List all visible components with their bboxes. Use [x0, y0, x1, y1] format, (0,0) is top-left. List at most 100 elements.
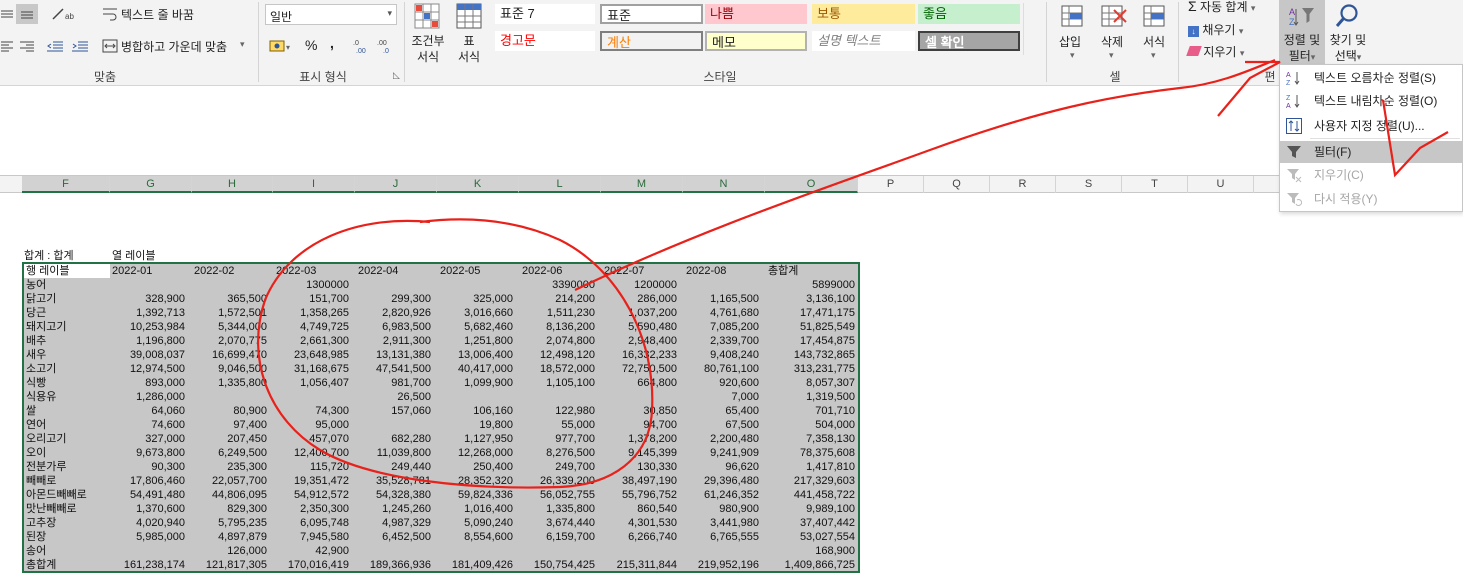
increase-indent-icon[interactable] [70, 37, 90, 55]
column-header-N[interactable]: N [683, 176, 765, 193]
pivot-cell: 37,407,442 [799, 517, 855, 529]
menu-item-sort-descending[interactable]: Z A 텍스트 내림차순 정렬(O) [1280, 90, 1463, 112]
dialog-launcher-icon[interactable]: ◺ [393, 70, 400, 81]
find-select-button[interactable]: 찾기 및 선택▾ [1326, 0, 1370, 64]
column-header-P[interactable]: P [858, 176, 924, 193]
pivot-cell: 17,471,175 [799, 307, 855, 319]
decrease-decimal-icon[interactable]: .00.0 [376, 36, 398, 56]
column-header-S[interactable]: S [1056, 176, 1122, 193]
conditional-format-button[interactable]: 조건부 서식 [410, 33, 446, 65]
cell-style-7[interactable]: 메모 [705, 31, 807, 51]
pivot-cell: 1,245,260 [382, 503, 431, 515]
align-right-icon[interactable] [18, 37, 36, 55]
pivot-cell [105, 278, 185, 292]
column-header-Q[interactable]: Q [924, 176, 990, 193]
wrap-text-icon[interactable] [100, 4, 120, 24]
menu-item-clear-filter: 지우기(C) [1280, 164, 1463, 186]
comma-button[interactable]: , [330, 35, 334, 51]
cell-style-3[interactable]: 보통 [812, 4, 915, 24]
cell-style-0[interactable]: 표준 7 [495, 4, 595, 24]
svg-text:Z: Z [1286, 80, 1291, 86]
pivot-cell [597, 390, 677, 404]
pivot-row-label: 총합계 [26, 559, 57, 571]
pivot-cell: 4,749,725 [300, 321, 349, 333]
styles-gallery-scroll[interactable] [1023, 3, 1039, 55]
pivot-col-header: 2022-04 [358, 265, 399, 277]
pivot-cell: 2,350,300 [300, 503, 349, 515]
pivot-cell: 80,761,100 [703, 363, 759, 375]
number-format-select[interactable]: 일반 ▾ [265, 4, 397, 25]
pivot-col-header: 2022-08 [686, 265, 727, 277]
pivot-cell: 47,541,500 [375, 363, 431, 375]
cell-style-9[interactable]: 셀 확인 [918, 31, 1020, 51]
pivot-cell: 9,673,800 [136, 447, 185, 459]
table-format-button[interactable]: 표 서식 [452, 33, 486, 65]
pivot-cell: 1,409,866,725 [784, 559, 855, 571]
svg-text:Z: Z [1286, 95, 1291, 102]
format-cells-icon[interactable] [1140, 2, 1170, 32]
cell-style-5[interactable]: 경고문 [495, 31, 595, 51]
merge-center-icon[interactable] [100, 36, 120, 56]
delete-cells-icon[interactable] [1098, 2, 1130, 32]
column-header-G[interactable]: G [110, 176, 192, 193]
delete-button[interactable]: 삭제 [1101, 33, 1123, 50]
column-header-K[interactable]: K [437, 176, 519, 193]
column-header-R[interactable]: R [990, 176, 1056, 193]
menu-item-filter[interactable]: 필터(F) [1280, 141, 1463, 163]
increase-decimal-icon[interactable]: .0.00 [352, 36, 374, 56]
pivot-cell: 217,329,603 [793, 475, 855, 487]
eraser-icon [1186, 46, 1202, 56]
chevron-down-icon[interactable]: ▾ [240, 39, 245, 50]
pivot-row-label-header[interactable]: 행 레이블 [24, 264, 110, 278]
pivot-cell: 4,897,879 [218, 531, 267, 543]
cell-style-4[interactable]: 좋음 [918, 4, 1020, 24]
pivot-cell: 67,500 [725, 419, 759, 431]
pivot-col-header: 총합계 [768, 265, 799, 277]
fill-button[interactable]: ↓ 채우기 ▾ [1188, 21, 1243, 38]
column-header-T[interactable]: T [1122, 176, 1188, 193]
align-left-icon[interactable] [0, 37, 14, 55]
cell-style-8[interactable]: 설명 텍스트 [812, 31, 915, 51]
pivot-cell [105, 544, 185, 558]
pivot-cell: 78,375,608 [799, 447, 855, 459]
sort-filter-button[interactable]: AZ 정렬 및 필터▾ [1279, 0, 1325, 64]
percent-button[interactable]: % [305, 37, 317, 53]
merge-center-button[interactable]: 병합하고 가운데 맞춤 [121, 38, 227, 55]
menu-item-sort-ascending[interactable]: A Z 텍스트 오름차순 정렬(S) [1280, 67, 1463, 89]
orientation-icon[interactable]: ab [50, 4, 78, 24]
cell-style-2[interactable]: 나쁨 [705, 4, 807, 24]
pivot-cell: 5,090,240 [464, 517, 513, 529]
column-header-F[interactable]: F [22, 176, 110, 193]
format-button[interactable]: 서식 [1143, 33, 1165, 50]
pivot-table[interactable]: 행 레이블 2022-01 2022-02 2022-03 2022-04 2022-05… [22, 262, 860, 573]
currency-icon[interactable]: ▾ [266, 36, 296, 56]
align-bottom-icon[interactable] [16, 4, 38, 24]
cell-style-6[interactable]: 계산 [600, 31, 703, 51]
pivot-cell: 53,027,554 [799, 531, 855, 543]
cell-style-1[interactable]: 표준 [600, 4, 703, 24]
insert-cells-icon[interactable] [1058, 2, 1086, 32]
pivot-row-label: 연어 [26, 419, 47, 431]
sort-descending-icon: ZA [1286, 93, 1302, 110]
clear-button[interactable]: 지우기 ▾ [1186, 43, 1244, 60]
insert-button[interactable]: 삽입 [1059, 33, 1081, 50]
column-header-J[interactable]: J [355, 176, 437, 193]
conditional-format-icon[interactable] [412, 2, 444, 32]
pivot-cell: 170,016,419 [287, 559, 349, 571]
column-header-H[interactable]: H [192, 176, 273, 193]
column-header-L[interactable]: L [519, 176, 601, 193]
pivot-cell: 977,700 [555, 433, 595, 445]
column-header-M[interactable]: M [601, 176, 683, 193]
pivot-cell: 1,196,800 [136, 335, 185, 347]
menu-item-custom-sort[interactable]: 사용자 지정 정렬(U)... [1280, 115, 1463, 137]
svg-text:▾: ▾ [286, 43, 290, 52]
find-select-line1: 찾기 및 [1329, 33, 1367, 47]
align-middle-icon[interactable] [0, 5, 14, 23]
column-header-I[interactable]: I [273, 176, 355, 193]
decrease-indent-icon[interactable] [45, 37, 65, 55]
autosum-button[interactable]: Σ 자동 합계 ▾ [1188, 0, 1255, 15]
wrap-text-button[interactable]: 텍스트 줄 바꿈 [121, 6, 194, 23]
column-header-U[interactable]: U [1188, 176, 1254, 193]
table-format-icon[interactable] [455, 2, 485, 32]
column-header-O[interactable]: O [765, 176, 858, 193]
